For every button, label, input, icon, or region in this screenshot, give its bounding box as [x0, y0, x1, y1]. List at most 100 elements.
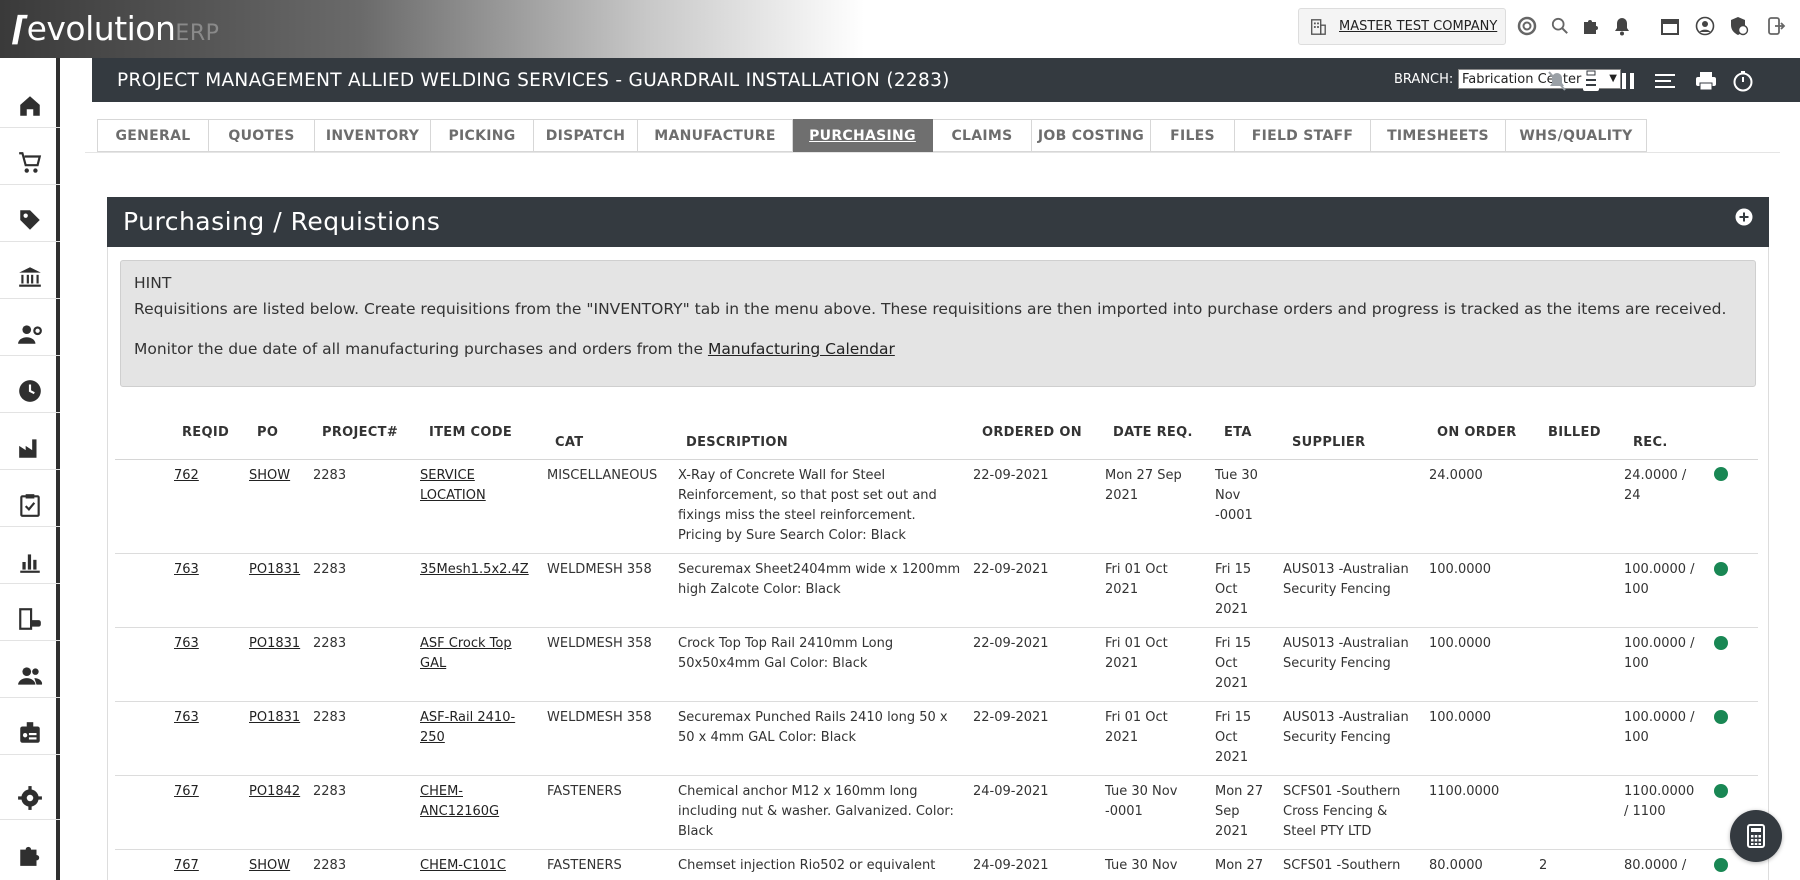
tab-field-staff[interactable]: FIELD STAFF [1235, 119, 1371, 152]
col-item-code[interactable]: ITEM CODE [429, 425, 512, 440]
item-code-link[interactable]: ASF-Rail 2410- [420, 708, 515, 728]
reqid-link[interactable]: 763 [174, 560, 199, 580]
item-code-link[interactable]: CHEM- [420, 782, 463, 802]
id-badge-icon [20, 721, 40, 743]
pause-icon[interactable] [1615, 68, 1641, 94]
rec-cont: / 1100 [1624, 804, 1666, 819]
eta-cont: 2021 [1215, 602, 1249, 617]
manufacturing-calendar-link[interactable]: Manufacturing Calendar [708, 340, 895, 358]
sidebar-item-inventory[interactable] [0, 198, 60, 242]
col-project[interactable]: PROJECT# [322, 425, 398, 440]
user-circle-icon[interactable] [1693, 14, 1717, 38]
shield-clock-icon[interactable] [1727, 14, 1751, 38]
calendar-icon[interactable] [1658, 14, 1682, 38]
project-number: 2283 [313, 858, 347, 873]
col-billed[interactable]: BILLED [1548, 425, 1601, 440]
home-icon [20, 95, 40, 116]
tab-job-costing[interactable]: JOB COSTING [1032, 119, 1151, 152]
tab-dispatch[interactable]: DISPATCH [534, 119, 638, 152]
bell-icon[interactable] [1610, 14, 1634, 38]
po-link[interactable]: PO1831 [249, 560, 300, 580]
lifebuoy-icon[interactable] [1515, 14, 1539, 38]
tab-whs-quality[interactable]: WHS/QUALITY [1506, 119, 1647, 152]
add-circle-icon[interactable] [1735, 208, 1753, 226]
stopwatch-icon[interactable] [1730, 68, 1756, 94]
po-link[interactable]: SHOW [249, 856, 290, 876]
sidebar-item-finance[interactable] [0, 255, 60, 299]
sidebar-item-home[interactable] [0, 84, 60, 128]
col-rec[interactable]: REC. [1633, 435, 1668, 450]
list-icon[interactable] [1652, 68, 1678, 94]
clipboard-icon[interactable] [1578, 68, 1604, 94]
item-code-link-cont[interactable]: LOCATION [420, 486, 486, 506]
sidebar-item-fleet[interactable] [0, 597, 60, 641]
status-dot [1714, 710, 1728, 724]
date-req: Tue 30 Nov [1105, 858, 1178, 873]
col-cat[interactable]: CAT [555, 435, 583, 450]
tab-files[interactable]: FILES [1151, 119, 1235, 152]
app-logo[interactable]: ⌈evolution ERP [12, 8, 219, 50]
company-selector[interactable]: MASTER TEST COMPANY [1298, 8, 1506, 45]
sidebar-item-reports[interactable] [0, 540, 60, 584]
item-code-link-cont[interactable]: 250 [420, 728, 445, 748]
col-ordered-on[interactable]: ORDERED ON [982, 425, 1082, 440]
row-divider [115, 775, 1758, 776]
col-description[interactable]: DESCRIPTION [686, 435, 788, 450]
tab-manufacture[interactable]: MANUFACTURE [638, 119, 793, 152]
tab-picking[interactable]: PICKING [431, 119, 534, 152]
sidebar-item-people[interactable] [0, 654, 60, 698]
sidebar-item-plugins[interactable] [0, 833, 60, 877]
reqid-link[interactable]: 767 [174, 782, 199, 802]
reqid-link[interactable]: 763 [174, 708, 199, 728]
sidebar-item-tasks[interactable] [0, 483, 60, 527]
col-po[interactable]: PO [257, 425, 278, 440]
item-code-link[interactable]: ASF Crock Top [420, 634, 512, 654]
logo-text: ⌈evolution [12, 9, 176, 48]
puzzle-icon[interactable] [1579, 14, 1603, 38]
ordered-on: 24-09-2021 [973, 858, 1049, 873]
item-code-link[interactable]: 35Mesh1.5x2.4Z [420, 560, 529, 580]
col-supplier[interactable]: SUPPLIER [1292, 435, 1365, 450]
tab-timesheets[interactable]: TIMESHEETS [1371, 119, 1506, 152]
tab-general[interactable]: GENERAL [97, 119, 209, 152]
reqid-link[interactable]: 763 [174, 634, 199, 654]
calculator-button[interactable] [1730, 810, 1782, 862]
tab-quotes[interactable]: QUOTES [209, 119, 315, 152]
supplier: AUS013 -Australian [1283, 562, 1409, 577]
top-bar: ⌈evolution ERP MASTER TEST COMPANY [0, 0, 1800, 58]
col-reqid[interactable]: REQID [182, 425, 229, 440]
item-code-link[interactable]: SERVICE [420, 466, 475, 486]
col-on-order[interactable]: ON ORDER [1437, 425, 1517, 440]
sidebar-item-settings[interactable] [0, 776, 60, 820]
print-icon[interactable] [1693, 68, 1719, 94]
tab-inventory[interactable]: INVENTORY [315, 119, 431, 152]
eta: Fri 15 [1215, 636, 1252, 651]
row-divider [115, 553, 1758, 554]
po-link[interactable]: PO1831 [249, 708, 300, 728]
logout-icon[interactable] [1764, 14, 1788, 38]
po-link[interactable]: PO1842 [249, 782, 300, 802]
sidebar-item-crm[interactable] [0, 312, 60, 356]
po-link[interactable]: SHOW [249, 466, 290, 486]
sidebar-item-hr[interactable] [0, 711, 60, 755]
date-req: Fri 01 Oct [1105, 636, 1168, 651]
po-link[interactable]: PO1831 [249, 634, 300, 654]
description-line: Crock Top Top Rail 2410mm Long [678, 636, 894, 651]
hint-box: HINT Requisitions are listed below. Crea… [120, 260, 1756, 387]
reqid-link[interactable]: 767 [174, 856, 199, 876]
col-eta[interactable]: ETA [1224, 425, 1252, 440]
item-code-link-cont[interactable]: GAL [420, 654, 446, 674]
sidebar-item-manufacture[interactable] [0, 426, 60, 470]
bell-slash-icon[interactable] [1544, 68, 1570, 94]
search-icon[interactable] [1548, 14, 1572, 38]
item-code-link-cont[interactable]: ANC12160G [420, 802, 499, 822]
tab-claims[interactable]: CLAIMS [933, 119, 1032, 152]
status-dot [1714, 467, 1728, 481]
sidebar-item-time[interactable] [0, 369, 60, 413]
building-car-icon [19, 607, 41, 630]
item-code-link[interactable]: CHEM-C101C [420, 856, 506, 876]
col-date-req[interactable]: DATE REQ. [1113, 425, 1193, 440]
tab-purchasing[interactable]: PURCHASING [793, 119, 933, 152]
reqid-link[interactable]: 762 [174, 466, 199, 486]
sidebar-item-sales[interactable] [0, 141, 60, 185]
